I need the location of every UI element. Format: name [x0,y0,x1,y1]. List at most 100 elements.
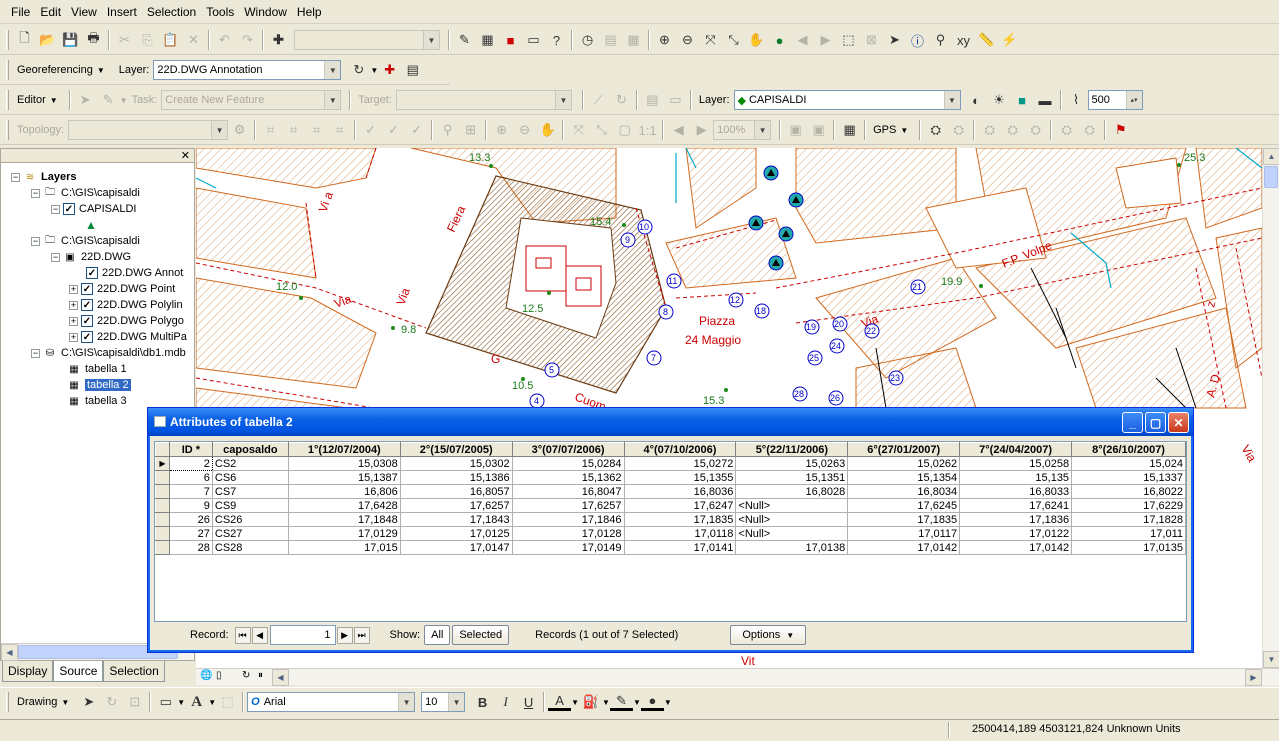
toolbar-grip[interactable] [6,692,9,712]
table-row[interactable]: 28 CS28 17,015 17,0147 17,0149 17,0141 17,0138… [155,540,1186,555]
measure-cell[interactable]: 15,1362 [512,470,625,485]
gps-flag-icon[interactable]: ⚑ [1109,119,1132,141]
measure-cell[interactable]: 16,8022 [1071,484,1186,499]
save-icon[interactable]: 💾 [59,29,82,51]
measure-cell[interactable]: 16,8036 [624,484,737,499]
measure-cell[interactable]: 15,0272 [624,456,737,471]
id-cell[interactable]: 7 [169,484,213,499]
toc-table-1[interactable]: ▦ tabella 1 [67,361,126,377]
measure-cell[interactable]: <Null> [735,498,849,513]
caposaldo-cell[interactable]: CS26 [212,512,289,527]
minimize-button[interactable]: _ [1122,412,1143,433]
validate-icon[interactable]: ✓ [359,119,382,141]
measure-cell[interactable]: 15,1337 [1071,470,1186,485]
map-hscrollbar[interactable]: 🌐 ▯ ↻ ⏸ ◀ ▶ [196,668,1279,686]
expand-icon[interactable]: + [69,332,78,342]
refresh-icon[interactable]: ↻ [242,670,250,681]
toc-layer-polygon[interactable]: + ✓ 22D.DWG Polygo [69,313,184,329]
caposaldo-cell[interactable]: CS7 [212,484,289,499]
measure-cell[interactable]: 15,1354 [847,470,961,485]
measure-cell[interactable]: <Null> [735,512,849,527]
id-cell[interactable]: 28 [169,540,213,555]
collapse-icon[interactable]: − [51,252,60,262]
expand-icon[interactable]: + [69,316,78,326]
scroll-left-icon[interactable]: ◀ [272,669,289,686]
scale-icon[interactable]: ⌇ [1065,89,1088,111]
time-slider-icon[interactable]: ◷ [576,29,599,51]
marker-color-icon[interactable]: ● [640,693,664,711]
forward-extent-icon[interactable]: ▶ [814,29,837,51]
measure-cell[interactable]: 17,1835 [624,512,737,527]
zoom-to-selected-icon[interactable]: ⊡ [123,691,146,713]
zoom-in-dis-icon[interactable]: ⊕ [490,119,513,141]
toc-layer-multipatch[interactable]: + ✓ 22D.DWG MultiPa [69,329,187,345]
chevron-down-icon[interactable]: ▼ [61,698,69,707]
measure-cell[interactable]: 17,6257 [400,498,513,513]
add-data-icon[interactable]: ✚ [267,29,290,51]
measure-cell[interactable]: 17,1835 [847,512,961,527]
select-elements-icon[interactable]: ➤ [77,691,100,713]
chevron-down-icon[interactable]: ▼ [324,61,341,79]
measure-cell[interactable]: 17,0147 [400,540,513,555]
measure-cell[interactable]: 15,1386 [400,470,513,485]
menu-view[interactable]: View [66,5,102,19]
georef-layer-combo[interactable]: 22D.DWG Annotation ▼ [153,60,342,80]
italic-button[interactable]: I [494,691,517,713]
gps-refresh-icon[interactable]: ⛭ [1055,119,1078,141]
table-row[interactable]: 27 CS27 17,0129 17,0125 17,0128 17,0118 <Null>… [155,526,1186,541]
row-selector[interactable] [155,540,170,555]
chevron-down-icon[interactable]: ▼ [900,126,908,135]
column-header[interactable]: caposaldo [211,442,289,457]
table-row[interactable]: 9 CS9 17,6428 17,6257 17,6257 17,6247 <Null> 17… [155,498,1186,513]
last-record-button[interactable]: ⏭ [353,626,370,644]
gps-log-icon[interactable]: ⛭ [1024,119,1047,141]
measure-cell[interactable]: 17,1848 [288,512,401,527]
tab-selection[interactable]: Selection [103,661,165,682]
toc-folder[interactable]: − 🗀 C:\GIS\capisaldi [31,185,140,201]
chevron-down-icon[interactable]: ▼ [50,96,58,105]
full-extent-icon[interactable]: ● [768,29,791,51]
georeferencing-menu[interactable]: Georeferencing [17,64,93,76]
collapse-icon[interactable]: − [51,204,60,214]
fixed-zoom-out-dis-icon[interactable]: ⤡ [590,119,613,141]
fixed-zoom-out-icon[interactable]: ⤡ [722,29,745,51]
toc-group-22d[interactable]: − ▣ 22D.DWG [51,249,131,265]
toc-folder[interactable]: − 🗀 C:\GIS\capisaldi [31,233,140,249]
data-view-icon[interactable]: 🌐 [200,670,212,681]
measure-cell[interactable]: 17,0122 [959,526,1073,541]
scroll-up-icon[interactable]: ▲ [1263,148,1279,165]
bold-button[interactable]: B [471,691,494,713]
measure-cell[interactable]: 15,1387 [288,470,401,485]
measure-cell[interactable]: 17,011 [1071,526,1186,541]
tab-display[interactable]: Display [2,661,54,682]
topology-combo[interactable]: ▼ [68,120,229,140]
measure-cell[interactable]: 17,6247 [624,498,737,513]
measure-cell[interactable]: 17,0117 [847,526,961,541]
id-cell[interactable]: 9 [169,498,213,513]
measure-cell[interactable]: 15,135 [959,470,1073,485]
scroll-down-icon[interactable]: ▼ [1263,651,1279,668]
table-row[interactable]: 26 CS26 17,1848 17,1843 17,1846 17,1835 <Null>… [155,512,1186,527]
measure-cell[interactable]: 17,0142 [847,540,961,555]
command-line-icon[interactable]: ▭ [522,29,545,51]
close-button[interactable]: ✕ [1168,412,1189,433]
construct-features-icon[interactable]: ⌗ [328,119,351,141]
caposaldo-cell[interactable]: CS2 [212,456,289,471]
sketch-tool-icon[interactable]: ✎ [97,89,120,111]
chevron-down-icon[interactable]: ▼ [633,698,641,707]
text-tool-icon[interactable]: A [185,691,208,713]
row-selector[interactable] [155,512,170,527]
select-elements-icon[interactable]: ➤ [883,29,906,51]
zoom-percent-combo[interactable]: 100% ▼ [713,120,772,140]
contrast-icon[interactable]: ◐ [965,89,988,111]
font-color-icon[interactable]: A [548,693,572,711]
map-vscrollbar[interactable]: ▲ ▼ [1262,148,1279,668]
measure-cell[interactable]: 15,0302 [400,456,513,471]
collapse-icon[interactable]: − [11,172,20,182]
fix-error-icon[interactable]: ⚲ [436,119,459,141]
layout-view-icon[interactable]: ▯ [216,670,222,681]
delete-icon[interactable]: ✕ [182,29,205,51]
first-record-button[interactable]: ⏮ [234,626,251,644]
toc-root[interactable]: − ≋ Layers [11,169,76,185]
options-button[interactable]: Options ▼ [730,625,807,645]
